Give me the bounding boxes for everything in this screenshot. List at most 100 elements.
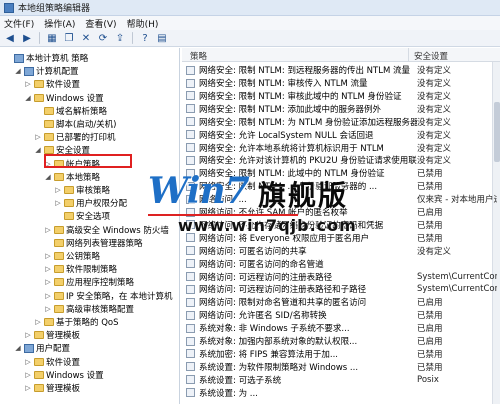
column-divider[interactable] [408, 48, 409, 62]
collapse-arrow-icon[interactable]: ◢ [34, 146, 42, 154]
tree-item[interactable]: 网络列表管理器策略 [44, 237, 143, 249]
toolbar-separator [39, 32, 40, 44]
policy-row[interactable]: 网络安全: 限制 NTLM: 添加此域中的服务器例外 没有定义 [182, 103, 500, 115]
policy-row[interactable]: 系统加密: 将 FIPS 兼容算法用于加... 已禁用 [182, 348, 500, 360]
expand-arrow-icon[interactable]: ▷ [24, 80, 32, 88]
policy-row[interactable]: 网络访问: 允许匿名 SID/名称转换 已禁用 [182, 309, 500, 321]
expand-arrow-icon[interactable]: ▷ [44, 265, 52, 273]
policy-setting: 已禁用 [417, 182, 443, 193]
menu-view[interactable]: 查看(V) [85, 17, 116, 30]
policy-row[interactable]: 系统对象: 加强内部系统对象的默认权限... 已启用 [182, 335, 500, 347]
tree-item[interactable]: 本地计算机 策略 [4, 52, 88, 64]
folder-icon [54, 265, 64, 274]
policy-setting: 已启用 [417, 298, 443, 309]
menu-help[interactable]: 帮助(H) [127, 17, 159, 30]
expand-arrow-icon[interactable]: ▷ [34, 133, 42, 141]
policy-row[interactable]: 系统设置: 为软件限制策略对 Windows ... 已禁用 [182, 361, 500, 373]
policy-row[interactable]: 网络安全: 限制 NTLM: 审核此域中的 NTLM 身份验证 没有定义 [182, 90, 500, 102]
column-setting[interactable]: 安全设置 [414, 50, 448, 62]
tree-item[interactable]: ◢ 本地策略 [44, 171, 100, 183]
tree-item[interactable]: ◢ Windows 设置 [24, 92, 104, 104]
policy-name: 系统对象: 加强内部系统对象的默认权限... [199, 337, 358, 348]
tree-item[interactable]: ▷ 基于策略的 QoS [34, 316, 119, 328]
policy-row[interactable]: 系统对象: 非 Windows 子系统不要求... 已启用 [182, 322, 500, 334]
policy-setting: 已启用 [417, 337, 443, 348]
collapse-arrow-icon[interactable]: ◢ [24, 94, 32, 102]
refresh-icon[interactable]: ⟳ [96, 32, 110, 45]
tree-item[interactable]: 域名解析策略 [34, 105, 107, 117]
tree-item[interactable]: ▷ 管理模板 [24, 382, 80, 394]
policy-setting: 没有定义 [417, 143, 452, 154]
tree-item[interactable]: ◢ 计算机配置 [14, 65, 79, 77]
expand-arrow-icon[interactable]: ▷ [24, 358, 32, 366]
forward-arrow-icon[interactable]: ▶ [20, 32, 34, 45]
tree-item[interactable]: 脚本(启动/关机) [34, 118, 117, 130]
collapse-arrow-icon[interactable]: ◢ [44, 173, 52, 181]
tree-item[interactable]: ▷ 已部署的打印机 [34, 131, 116, 143]
folder-icon [44, 120, 54, 128]
expand-arrow-icon[interactable]: ▷ [44, 252, 52, 260]
policy-setting: 没有定义 [417, 79, 452, 90]
policy-row[interactable]: 网络安全: 允许本地系统将计算机标识用于 NTLM 没有定义 [182, 141, 500, 154]
expand-arrow-icon[interactable]: ▷ [34, 318, 42, 326]
policy-row[interactable]: 网络访问: 可远程访问的注册表路径 System\CurrentContro... [182, 270, 500, 283]
expand-arrow-icon[interactable]: ▷ [24, 331, 32, 339]
toolbar: ◀ ▶ ▦ ❐ ✕ ⟳ ⇪ ? ▤ [0, 30, 500, 47]
tree-item-label: 安全选项 [76, 212, 111, 223]
policy-row[interactable]: 网络安全: 允许 LocalSystem NULL 会话回退 没有定义 [182, 129, 500, 141]
delete-icon[interactable]: ✕ [79, 32, 93, 45]
tree-item[interactable]: 安全选项 [54, 210, 110, 222]
policy-row[interactable]: 网络访问: 可远程访问的注册表路径和子路径 System\CurrentContr… [182, 283, 500, 295]
menu-action[interactable]: 操作(A) [44, 17, 75, 30]
policy-row[interactable]: 网络访问: 限制对命名管道和共享的匿名访问 已启用 [182, 296, 500, 308]
policy-icon [186, 388, 195, 398]
collapse-arrow-icon[interactable]: ◢ [14, 67, 22, 75]
tree-item[interactable]: ▷ 审核策略 [54, 184, 110, 196]
tree-item[interactable]: ▷ IP 安全策略，在 本地计算机 [44, 290, 173, 302]
policy-setting: 没有定义 [417, 117, 452, 128]
policy-name: 网络安全: 允许 LocalSystem NULL 会话回退 [199, 130, 374, 141]
policy-row[interactable]: 网络安全: 限制 NTLM: 到远程服务器的传出 NTLM 流量 没有定义 [182, 64, 500, 76]
tree-item[interactable]: ▷ 软件限制策略 [44, 263, 117, 275]
expand-arrow-icon[interactable]: ▷ [44, 226, 52, 234]
tree-item-label: 公钥策略 [66, 252, 101, 262]
policy-row[interactable]: 系统设置: 为 ... [182, 387, 500, 399]
column-policy[interactable]: 策略 [190, 50, 207, 62]
expand-arrow-icon[interactable]: ▷ [24, 384, 32, 392]
menu-file[interactable]: 文件(F) [4, 17, 34, 30]
tree-item[interactable]: ▷ Windows 设置 [24, 369, 104, 381]
folder-up-icon[interactable]: ▦ [45, 32, 59, 45]
tree-item[interactable]: ▷ 公钥策略 [44, 250, 100, 262]
policy-row[interactable]: 网络访问: 可匿名访问的命名管道 [182, 258, 500, 270]
policy-setting: System\CurrentContro... [417, 271, 497, 282]
expand-arrow-icon[interactable]: ▷ [44, 292, 52, 300]
expand-arrow-icon[interactable]: ▷ [54, 186, 62, 194]
tree-item[interactable]: ◢ 用户配置 [14, 342, 70, 354]
tree-item-label: 软件限制策略 [66, 265, 118, 276]
policy-row[interactable]: 系统设置: 可选子系统 Posix [182, 374, 500, 386]
collapse-arrow-icon[interactable]: ◢ [14, 344, 22, 352]
policy-name: 系统对象: 非 Windows 子系统不要求... [199, 324, 350, 335]
copy-icon[interactable]: ❐ [62, 32, 76, 45]
tree-item[interactable]: ▷ 软件设置 [24, 78, 80, 90]
expand-arrow-icon[interactable]: ▷ [24, 371, 32, 379]
folder-icon [34, 93, 44, 102]
tree-item[interactable]: ▷ 应用程序控制策略 [44, 276, 134, 288]
policy-row[interactable]: 网络安全: 限制 NTLM: 审核传入 NTLM 流量 没有定义 [182, 77, 500, 89]
expand-arrow-icon[interactable]: ▷ [54, 199, 62, 207]
tree-item[interactable]: ▷ 用户权限分配 [54, 197, 127, 209]
tree-item[interactable]: ▷ 软件设置 [24, 356, 80, 368]
help-icon[interactable]: ? [138, 32, 152, 45]
expand-arrow-icon[interactable]: ▷ [44, 305, 52, 313]
policy-icon [186, 310, 195, 320]
expand-arrow-icon[interactable]: ▷ [44, 278, 52, 286]
view-icon[interactable]: ▤ [155, 32, 169, 45]
policy-row[interactable]: 网络安全: 允许对该计算机的 PKU2U 身份验证请求使用联... 没有定义 [182, 154, 500, 166]
policy-row[interactable]: 网络安全: 限制 NTLM: 为 NTLM 身份验证添加远程服务器例外 没有定义 [182, 116, 500, 128]
policy-row[interactable]: 网络访问: 可匿名访问的共享 没有定义 [182, 245, 500, 257]
export-icon[interactable]: ⇪ [113, 32, 127, 45]
tree-item[interactable]: ▷ 高级审核策略配置 [44, 303, 134, 315]
tree-item[interactable]: ▷ 管理模板 [24, 329, 80, 341]
back-arrow-icon[interactable]: ◀ [3, 32, 17, 45]
folder-icon [34, 357, 44, 366]
